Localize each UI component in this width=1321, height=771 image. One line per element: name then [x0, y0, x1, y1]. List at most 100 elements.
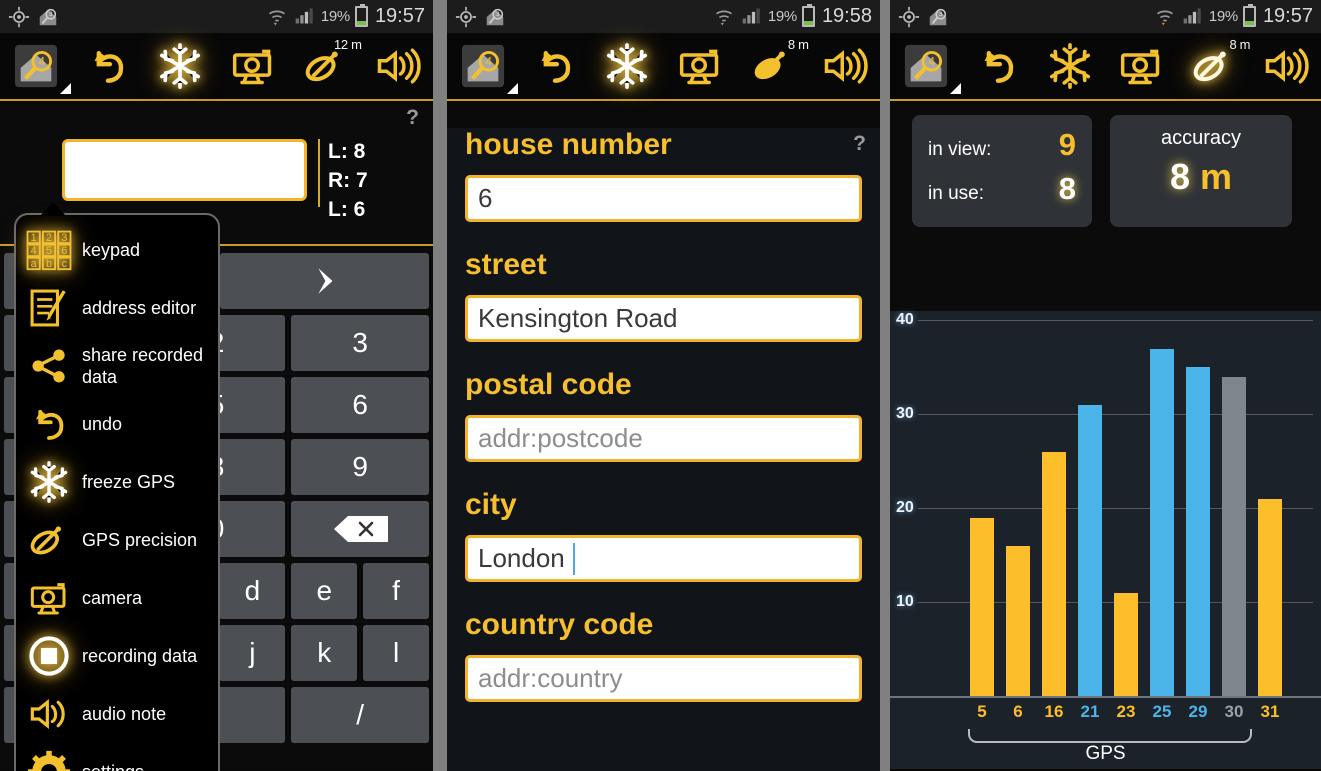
chart-bar	[1114, 592, 1138, 696]
cell-signal-icon	[294, 6, 316, 28]
battery-percent: 19%	[767, 8, 797, 25]
chart-y-tick: 40	[896, 311, 914, 329]
chart-y-tick: 30	[896, 405, 914, 423]
in-view-label: in view:	[928, 139, 992, 160]
menu-item-address-editor[interactable]: address editor	[16, 279, 218, 337]
audio-note-button[interactable]	[366, 36, 428, 96]
battery-percent: 19%	[320, 8, 350, 25]
panel-divider	[433, 0, 447, 771]
svg-text:3: 3	[496, 11, 500, 18]
help-icon[interactable]: ?	[853, 132, 866, 156]
gps-group-bracket	[968, 729, 1252, 743]
svg-text:4: 4	[39, 57, 46, 69]
menu-item-recording-data[interactable]: recording data	[16, 627, 218, 685]
dropdown-caret-icon[interactable]	[60, 83, 72, 94]
camera-button[interactable]	[222, 36, 284, 96]
clock: 19:57	[1262, 5, 1313, 27]
audio-note-button[interactable]	[1254, 36, 1316, 96]
svg-text:4: 4	[928, 57, 935, 69]
wifi-icon	[267, 6, 289, 28]
menu-item-audio-note[interactable]: audio note	[16, 685, 218, 743]
in-use-label: in use:	[928, 183, 984, 204]
gps-precision-value: 8 m	[1229, 37, 1251, 52]
menu-item-gps-precision[interactable]: GPS precision	[16, 511, 218, 569]
menu-item-settings[interactable]: settings	[16, 743, 218, 771]
postal-code-input[interactable]: addr:postcode	[465, 415, 862, 462]
street-input[interactable]: Kensington Road	[465, 295, 862, 342]
battery-icon	[354, 4, 368, 27]
house-number-input[interactable]: 6	[465, 175, 862, 222]
key-right-arrow[interactable]	[219, 253, 429, 309]
key-6[interactable]: 6	[291, 377, 430, 433]
side-readout-line: L: 8	[328, 140, 366, 163]
key-3[interactable]: 3	[291, 315, 430, 371]
snowflake-icon	[16, 461, 82, 503]
dropdown-caret-icon[interactable]	[507, 83, 519, 94]
accuracy-card: accuracy 8 m	[1110, 115, 1292, 227]
help-icon[interactable]: ?	[406, 106, 419, 130]
key-d[interactable]: d	[219, 563, 286, 619]
side-readout: L: 8 R: 7 L: 6	[328, 137, 368, 224]
text-caret	[572, 542, 575, 575]
gps-precision-value: 8 m	[787, 37, 809, 52]
house-search-button[interactable]: 4	[895, 36, 961, 96]
field-label-postal-code: postal code	[465, 368, 632, 401]
status-bar-right: 19% 19:58	[714, 4, 872, 28]
key-j[interactable]: j	[219, 625, 286, 681]
status-bar-left: 3	[8, 6, 59, 28]
audio-note-button[interactable]	[813, 36, 875, 96]
in-use-row: in use: 8	[928, 171, 1076, 215]
key-l[interactable]: l	[363, 625, 429, 681]
menu-item-freeze-gps[interactable]: freeze GPS	[16, 453, 218, 511]
country-code-input[interactable]: addr:country	[465, 655, 862, 702]
undo-button[interactable]	[967, 36, 1029, 96]
camera-button[interactable]	[669, 36, 731, 96]
svg-text:c: c	[62, 258, 68, 270]
house-search-button[interactable]: 4	[452, 36, 519, 96]
snowflake-icon	[157, 43, 203, 89]
address-input[interactable]	[62, 139, 307, 201]
panel1-body: ? L: 8 R: 7 L: 6 1	[0, 101, 433, 771]
freeze-gps-button[interactable]	[149, 36, 211, 96]
menu-item-share-recorded-data[interactable]: share recorded data	[16, 337, 218, 395]
dropdown-caret-icon[interactable]	[949, 83, 961, 94]
chart-bar	[1042, 451, 1066, 696]
menu-item-label: address editor	[82, 298, 197, 318]
freeze-gps-button[interactable]	[1039, 36, 1101, 96]
key-backspace[interactable]	[291, 501, 430, 557]
menu-item-keypad[interactable]: 123 456 abc keypad	[16, 221, 218, 279]
key-slash[interactable]: /	[291, 687, 430, 743]
undo-button[interactable]	[77, 36, 139, 96]
svg-text:4: 4	[486, 57, 493, 69]
satellites-card: in view: 9 in use: 8	[912, 115, 1092, 227]
status-bar-left: 3	[455, 6, 506, 28]
panel-gps-status: 3 19% 19:57 4 8 m in view: 9 in use: 8 a…	[890, 0, 1321, 771]
key-f[interactable]: f	[363, 563, 429, 619]
menu-item-label: freeze GPS	[82, 472, 176, 492]
city-input[interactable]: London	[465, 535, 862, 582]
clock: 19:57	[374, 5, 425, 27]
key-e[interactable]: e	[291, 563, 358, 619]
key-9[interactable]: 9	[291, 439, 430, 495]
panel-address-form: 3 19% 19:58 4 8 m ? house number 6 stree…	[447, 0, 880, 771]
in-view-row: in view: 9	[928, 127, 1076, 171]
chart-y-tick: 10	[896, 593, 914, 611]
gps-precision-button[interactable]: 8 m	[741, 36, 809, 96]
key-k[interactable]: k	[291, 625, 358, 681]
house-search-button[interactable]: 4	[5, 36, 72, 96]
cell-signal-icon	[1182, 6, 1204, 28]
menu-item-undo[interactable]: undo	[16, 395, 218, 453]
menu-item-label: undo	[82, 414, 123, 434]
gps-precision-button[interactable]: 8 m	[1182, 36, 1251, 96]
freeze-gps-button[interactable]	[596, 36, 658, 96]
chart-x-tick-labels: 5 6 16 21 23 25 29 30 31	[970, 702, 1282, 722]
menu-item-label: recording data	[82, 646, 198, 666]
undo-button[interactable]	[524, 36, 586, 96]
gps-precision-button[interactable]: 12 m	[294, 36, 362, 96]
camera-button[interactable]	[1110, 36, 1172, 96]
chart-y-tick: 20	[896, 499, 914, 517]
chart-bar	[1258, 498, 1282, 696]
chart-x-tick: 25	[1152, 702, 1172, 721]
chart-bar	[1186, 367, 1210, 696]
menu-item-camera[interactable]: camera	[16, 569, 218, 627]
